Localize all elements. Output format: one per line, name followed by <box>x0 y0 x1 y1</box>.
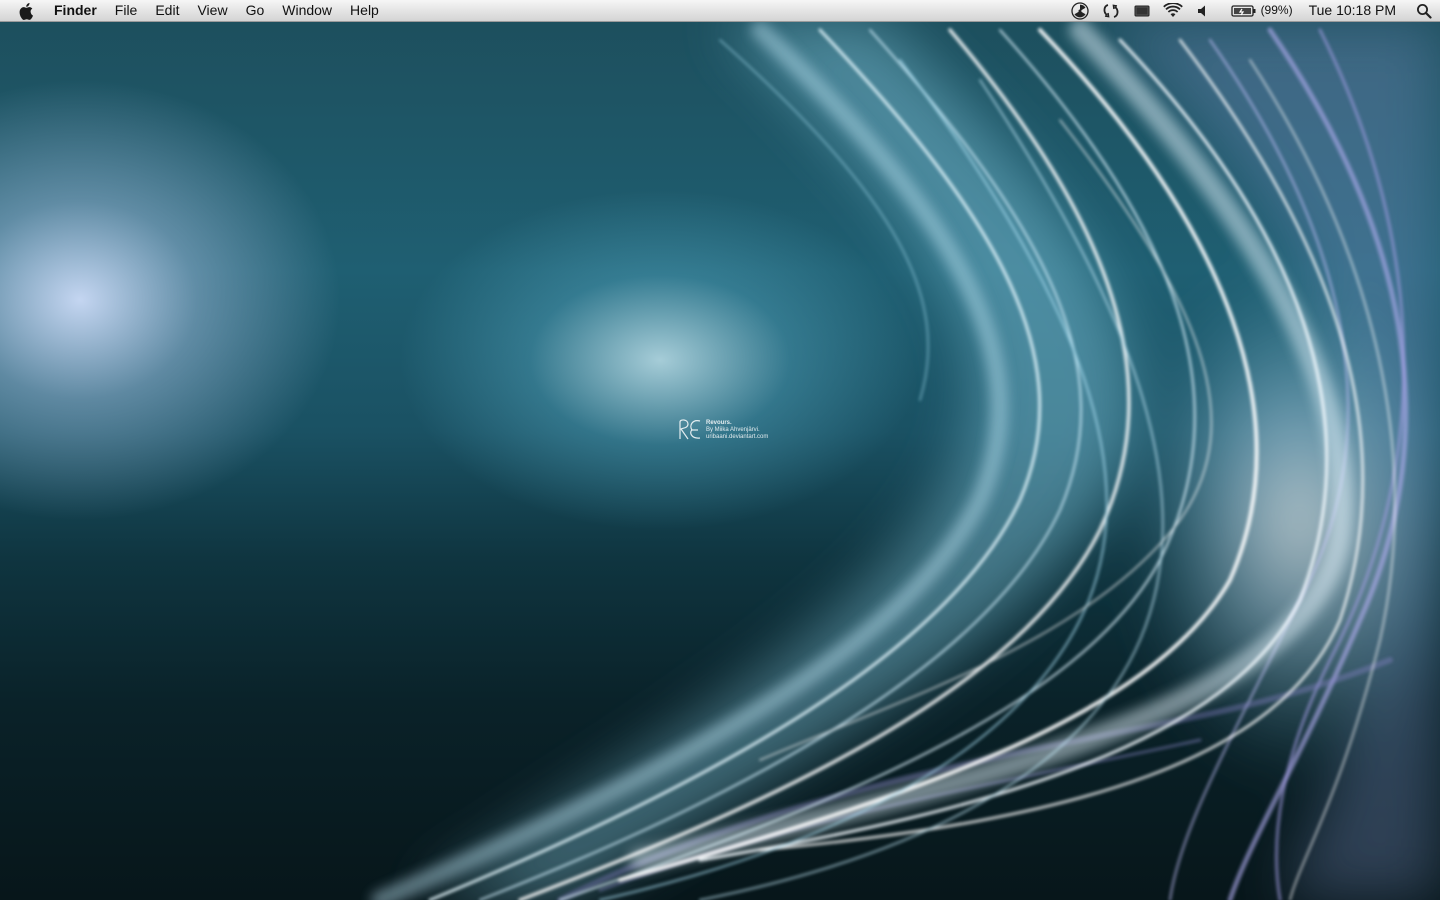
menu-help[interactable]: Help <box>341 0 388 21</box>
menu-bar: Finder File Edit View Go Window Help (99… <box>0 0 1440 22</box>
apple-icon <box>19 2 33 20</box>
signature-text: Revours. By Miika Ahvenjärvi. uribaani.d… <box>706 418 768 441</box>
wallpaper-signature: Revours. By Miika Ahvenjärvi. uribaani.d… <box>678 418 768 441</box>
signature-title: Revours. <box>706 420 732 426</box>
menu-window[interactable]: Window <box>273 0 341 21</box>
display-menu-extra[interactable] <box>1127 0 1157 21</box>
radiation-menu-extra[interactable] <box>1065 0 1095 21</box>
menu-edit[interactable]: Edit <box>146 0 188 21</box>
apple-menu[interactable] <box>0 0 54 21</box>
menu-bar-status-area: (99%) Tue 10:18 PM <box>1065 0 1440 21</box>
signature-author: By Miika Ahvenjärvi. <box>706 427 760 433</box>
menu-go[interactable]: Go <box>237 0 274 21</box>
signature-url: uribaani.deviantart.com <box>706 434 769 440</box>
wifi-icon <box>1162 2 1183 17</box>
radiation-icon <box>1070 1 1089 20</box>
battery-icon <box>1230 4 1256 17</box>
menu-file[interactable]: File <box>106 0 147 21</box>
menu-view[interactable]: View <box>188 0 236 21</box>
battery-menu-extra[interactable]: (99%) <box>1217 0 1303 21</box>
spotlight-button[interactable] <box>1408 0 1440 21</box>
menu-bar-left: Finder File Edit View Go Window Help <box>0 0 388 21</box>
volume-menu-extra[interactable] <box>1189 0 1217 21</box>
wifi-menu-extra[interactable] <box>1157 0 1189 21</box>
menu-app-finder[interactable]: Finder <box>54 0 106 21</box>
wallpaper-light-streaks <box>371 19 1440 900</box>
artist-monogram-icon <box>679 419 701 440</box>
sync-menu-extra[interactable] <box>1095 0 1127 21</box>
desktop[interactable]: Revours. By Miika Ahvenjärvi. uribaani.d… <box>0 0 1440 900</box>
volume-icon <box>1197 5 1205 16</box>
sync-icon <box>1103 3 1118 18</box>
display-icon <box>1134 5 1150 16</box>
spotlight-search-icon <box>1417 3 1432 19</box>
battery-percentage: (99%) <box>1260 3 1293 17</box>
menu-clock[interactable]: Tue 10:18 PM <box>1303 0 1408 21</box>
